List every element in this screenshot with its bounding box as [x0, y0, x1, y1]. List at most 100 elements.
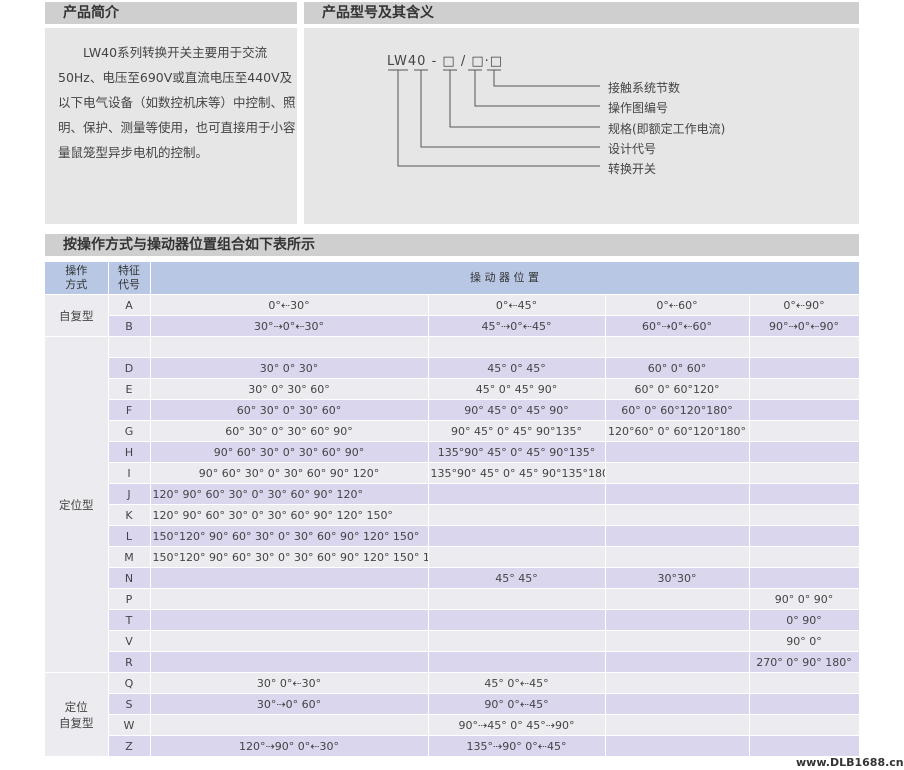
code-cell: N [108, 567, 151, 589]
position-cell [428, 483, 606, 505]
position-cell [605, 609, 750, 631]
position-cell: 90° 60° 30° 0° 30° 60° 90° 120° [150, 462, 429, 484]
position-cell: 120°60° 0° 60°120°180° [605, 420, 750, 442]
position-cell: 45° 0° 45° 90° [428, 378, 606, 400]
position-cell: 135°90° 45° 0° 45° 90°135° [428, 441, 606, 463]
position-cell: 270° 0° 90° 180° [749, 651, 860, 673]
code-cell: Q [108, 672, 151, 694]
legend-design-code: 设计代号 [608, 142, 657, 156]
table-row: B 30°⇢0°⇠30° 45°⇢0°⇠45° 60°⇢0°⇠60° 90°⇢0°⇠90… [45, 315, 860, 337]
position-cell: 45° 45° [428, 567, 606, 589]
table-row: S 30°⇢0° 60° 90° 0°⇠45° [45, 693, 860, 715]
position-cell [605, 336, 750, 358]
position-cell [428, 525, 606, 547]
position-cell [749, 462, 860, 484]
position-cell: 0°⇠60° [605, 294, 750, 316]
table-header: 按操作方式与操动器位置组合如下表所示 [45, 234, 859, 256]
position-cell: 135°⇢90° 0°⇠45° [428, 735, 606, 757]
header-code: 特征 代号 [108, 262, 151, 295]
position-cell [150, 714, 429, 736]
position-cell: 60° 0° 60°120° [605, 378, 750, 400]
position-cell [605, 483, 750, 505]
position-cell [428, 609, 606, 631]
position-cell [749, 336, 860, 358]
position-cell [605, 504, 750, 526]
code-cell: S [108, 693, 151, 715]
position-cell [605, 462, 750, 484]
legend-contact-sections: 接触系统节数 [608, 81, 681, 95]
position-cell [150, 336, 429, 358]
position-cell: 120°⇢90° 0°⇠30° [150, 735, 429, 757]
watermark: www.DLB1688.cn [796, 756, 904, 769]
position-cell: 30° 0°⇠30° [150, 672, 429, 694]
position-cell: 90° 0°⇠45° [428, 693, 606, 715]
position-cell: 0°⇠30° [150, 294, 429, 316]
code-cell: A [108, 294, 151, 316]
legend-switch: 转换开关 [608, 162, 657, 176]
table-row: W 90°⇢45° 0° 45°⇢90° [45, 714, 860, 736]
code-cell: D [108, 357, 151, 379]
position-cell [605, 630, 750, 652]
code-cell: V [108, 630, 151, 652]
code-cell: Z [108, 735, 151, 757]
position-cell: 30° 0° 30° 60° [150, 378, 429, 400]
table-row: J 120° 90° 60° 30° 0° 30° 60° 90° 120° [45, 483, 860, 505]
position-cell [749, 546, 860, 568]
position-cell: 45° 0° 45° [428, 357, 606, 379]
table-row: 自复型 A 0°⇠30° 0°⇠45° 0°⇠60° 0°⇠90° [45, 294, 860, 337]
position-cell: 60° 30° 0° 30° 60° 90° [150, 420, 429, 442]
position-cell: 0°⇠90° [749, 294, 860, 316]
position-cell [749, 567, 860, 589]
table-row: G 60° 30° 0° 30° 60° 90° 90° 45° 0° 45° 90… [45, 420, 860, 442]
position-cell [749, 357, 860, 379]
position-cell: 90° 0° 90° [749, 588, 860, 610]
position-cell [428, 546, 606, 568]
table-row: K 120° 90° 60° 30° 0° 30° 60° 90° 120° 15… [45, 504, 860, 526]
code-cell: W [108, 714, 151, 736]
position-cell: 150°120° 90° 60° 30° 0° 30° 60° 90° 120°… [150, 525, 429, 547]
table-row: D 30° 0° 30° 45° 0° 45° 60° 0° 60° [45, 357, 860, 379]
position-cell: 30°⇢0° 60° [150, 693, 429, 715]
position-table: 操作 方式 特征 代号操 动 器 位 置自复型 A 0°⇠30° 0°⇠45° 0°⇠60… [45, 262, 860, 757]
position-cell [749, 525, 860, 547]
position-cell: 90°⇢45° 0° 45°⇢90° [428, 714, 606, 736]
code-cell: R [108, 651, 151, 673]
position-cell [605, 672, 750, 694]
position-cell [428, 651, 606, 673]
code-cell: L [108, 525, 151, 547]
position-cell [605, 441, 750, 463]
position-cell [428, 336, 606, 358]
position-cell: 60° 0° 60° [605, 357, 750, 379]
position-cell [605, 588, 750, 610]
position-cell [150, 651, 429, 673]
code-cell: P [108, 588, 151, 610]
table-row: 定位 自复型 Q 30° 0°⇠30° 45° 0°⇠45° [45, 672, 860, 757]
table-row: Z 120°⇢90° 0°⇠30° 135°⇢90° 0°⇠45° [45, 735, 860, 757]
position-cell [605, 546, 750, 568]
position-cell: 150°120° 90° 60° 30° 0° 30° 60° 90° 120°… [150, 546, 429, 568]
table-row: N 45° 45° 30°30° [45, 567, 860, 589]
position-cell [150, 588, 429, 610]
table-title: 按操作方式与操动器位置组合如下表所示 [63, 237, 315, 253]
position-cell: 90° 0° [749, 630, 860, 652]
table-row: R 270° 0° 90° 180° [45, 651, 860, 673]
position-cell [150, 567, 429, 589]
position-cell: 135°90° 45° 0° 45° 90°135°180° [428, 462, 606, 484]
legend-operation-diagram: 操作图编号 [608, 101, 669, 115]
position-cell [605, 651, 750, 673]
header-mode: 操作 方式 [45, 262, 109, 295]
mode-cell: 定位型 [45, 336, 109, 673]
code-cell: G [108, 420, 151, 442]
position-cell: 45° 0°⇠45° [428, 672, 606, 694]
position-cell [605, 735, 750, 757]
position-cell: 120° 90° 60° 30° 0° 30° 60° 90° 120° [150, 483, 429, 505]
position-cell: 30° 0° 30° [150, 357, 429, 379]
position-cell [428, 504, 606, 526]
code-cell: M [108, 546, 151, 568]
position-cell: 60° 30° 0° 30° 60° [150, 399, 429, 421]
position-cell [605, 693, 750, 715]
header-position: 操 动 器 位 置 [150, 262, 860, 295]
position-cell [749, 399, 860, 421]
code-cell: K [108, 504, 151, 526]
table-row: V 90° 0° [45, 630, 860, 652]
